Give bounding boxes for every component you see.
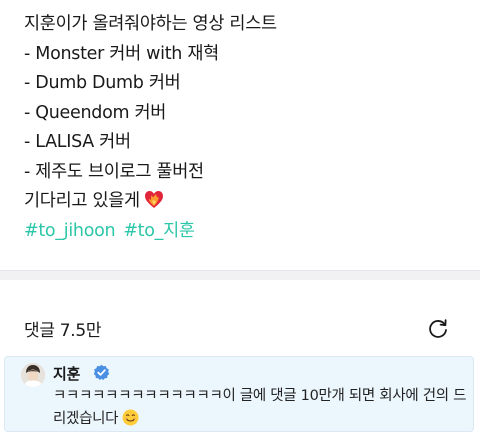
comment-text: ㅋㅋㅋㅋㅋㅋㅋㅋㅋㅋㅋㅋㅋ이 글에 댓글 10만개 되면 회사에 건의 드리겠습… bbox=[53, 388, 467, 427]
post-line-closing: 기다리고 있을게 bbox=[24, 187, 464, 217]
refresh-button[interactable] bbox=[424, 315, 452, 343]
comment-author[interactable]: 지훈 bbox=[53, 363, 80, 384]
comments-header: 댓글 7.5만 bbox=[0, 281, 480, 353]
comment-body: ㅋㅋㅋㅋㅋㅋㅋㅋㅋㅋㅋㅋㅋ이 글에 댓글 10만개 되면 회사에 건의 드리겠습… bbox=[53, 385, 467, 431]
comments-count: 댓글 7.5만 bbox=[24, 321, 102, 341]
post-line-item-4: - LALISA 커버 bbox=[24, 132, 131, 152]
post-closing-text: 기다리고 있을게 bbox=[24, 191, 140, 211]
avatar[interactable] bbox=[21, 363, 45, 387]
post-line-title: 지훈이가 올려줘야하는 영상 리스트 bbox=[24, 14, 277, 34]
avatar-image bbox=[21, 363, 45, 387]
section-divider bbox=[0, 270, 480, 280]
post-line-item-2: - Dumb Dumb 커버 bbox=[24, 73, 181, 93]
verified-badge-icon bbox=[93, 364, 110, 380]
hashtag-to-jihoon-korean[interactable]: #to_지훈 bbox=[123, 221, 195, 241]
smiling-face-icon bbox=[122, 409, 139, 426]
pinned-comment: 지훈 ㅋㅋㅋㅋㅋㅋㅋㅋㅋㅋㅋㅋㅋ이 글에 댓글 10만개 되면 회사에 건의 드… bbox=[4, 356, 474, 432]
post-line-item-3: - Queendom 커버 bbox=[24, 102, 167, 123]
post-line-item-1: - Monster 커버 with 재혁 bbox=[24, 43, 219, 64]
heart-on-fire-icon bbox=[144, 191, 163, 208]
hashtag-row: #to_jihoon #to_지훈 bbox=[24, 217, 464, 247]
post-body: 지훈이가 올려줘야하는 영상 리스트 - Monster 커버 with 재혁 … bbox=[24, 10, 464, 246]
hashtag-to-jihoon[interactable]: #to_jihoon bbox=[24, 221, 116, 241]
refresh-icon bbox=[429, 319, 447, 338]
post-line-item-5: - 제주도 브이로그 풀버전 bbox=[24, 161, 204, 182]
